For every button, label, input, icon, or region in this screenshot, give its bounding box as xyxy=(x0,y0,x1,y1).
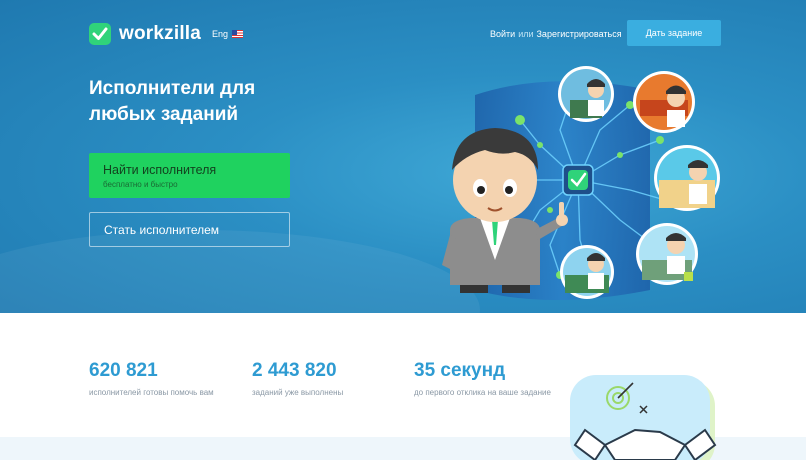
or-text: или xyxy=(518,29,534,39)
us-flag-icon xyxy=(232,30,244,38)
hero-illustration xyxy=(442,66,720,300)
stat-tasks-label: заданий уже выполнены xyxy=(252,388,344,397)
headline-line-2: любых заданий xyxy=(89,104,239,125)
stat-response-time-value: 35 секунд xyxy=(414,360,506,381)
headline-line-1: Исполнители для xyxy=(89,78,256,99)
hero-section: workzilla Eng Войти или Зарегистрировать… xyxy=(0,0,806,313)
hero-headline: Исполнители для любых заданий xyxy=(89,76,329,128)
find-performer-subtitle: бесплатно и быстро xyxy=(103,180,178,189)
register-link[interactable]: Зарегистрироваться xyxy=(537,29,622,39)
language-switcher[interactable]: Eng xyxy=(212,29,244,39)
stat-tasks: 2 443 820 заданий уже выполнены xyxy=(252,360,343,397)
language-label: Eng xyxy=(212,29,229,39)
stat-performers-value: 620 821 xyxy=(89,360,158,381)
stat-response-time: 35 секунд до первого отклика на ваше зад… xyxy=(414,360,551,397)
login-link[interactable]: Войти xyxy=(490,29,515,39)
find-performer-title: Найти исполнителя xyxy=(103,163,217,177)
find-performer-button[interactable]: Найти исполнителя бесплатно и быстро xyxy=(89,153,290,198)
become-performer-button[interactable]: Стать исполнителем xyxy=(89,212,290,247)
stat-performers-label: исполнителей готовы помочь вам xyxy=(89,388,214,397)
handshake-illustration xyxy=(570,375,717,460)
logo[interactable]: workzilla xyxy=(89,23,201,45)
logo-check-icon xyxy=(89,23,111,45)
stat-response-time-label: до первого отклика на ваше задание xyxy=(414,388,551,397)
give-task-button[interactable]: Дать задание xyxy=(627,20,721,46)
stat-tasks-value: 2 443 820 xyxy=(252,360,337,381)
stat-performers: 620 821 исполнителей готовы помочь вам xyxy=(89,360,214,397)
auth-links: Войти или Зарегистрироваться xyxy=(490,29,622,39)
logo-text: workzilla xyxy=(119,23,202,44)
